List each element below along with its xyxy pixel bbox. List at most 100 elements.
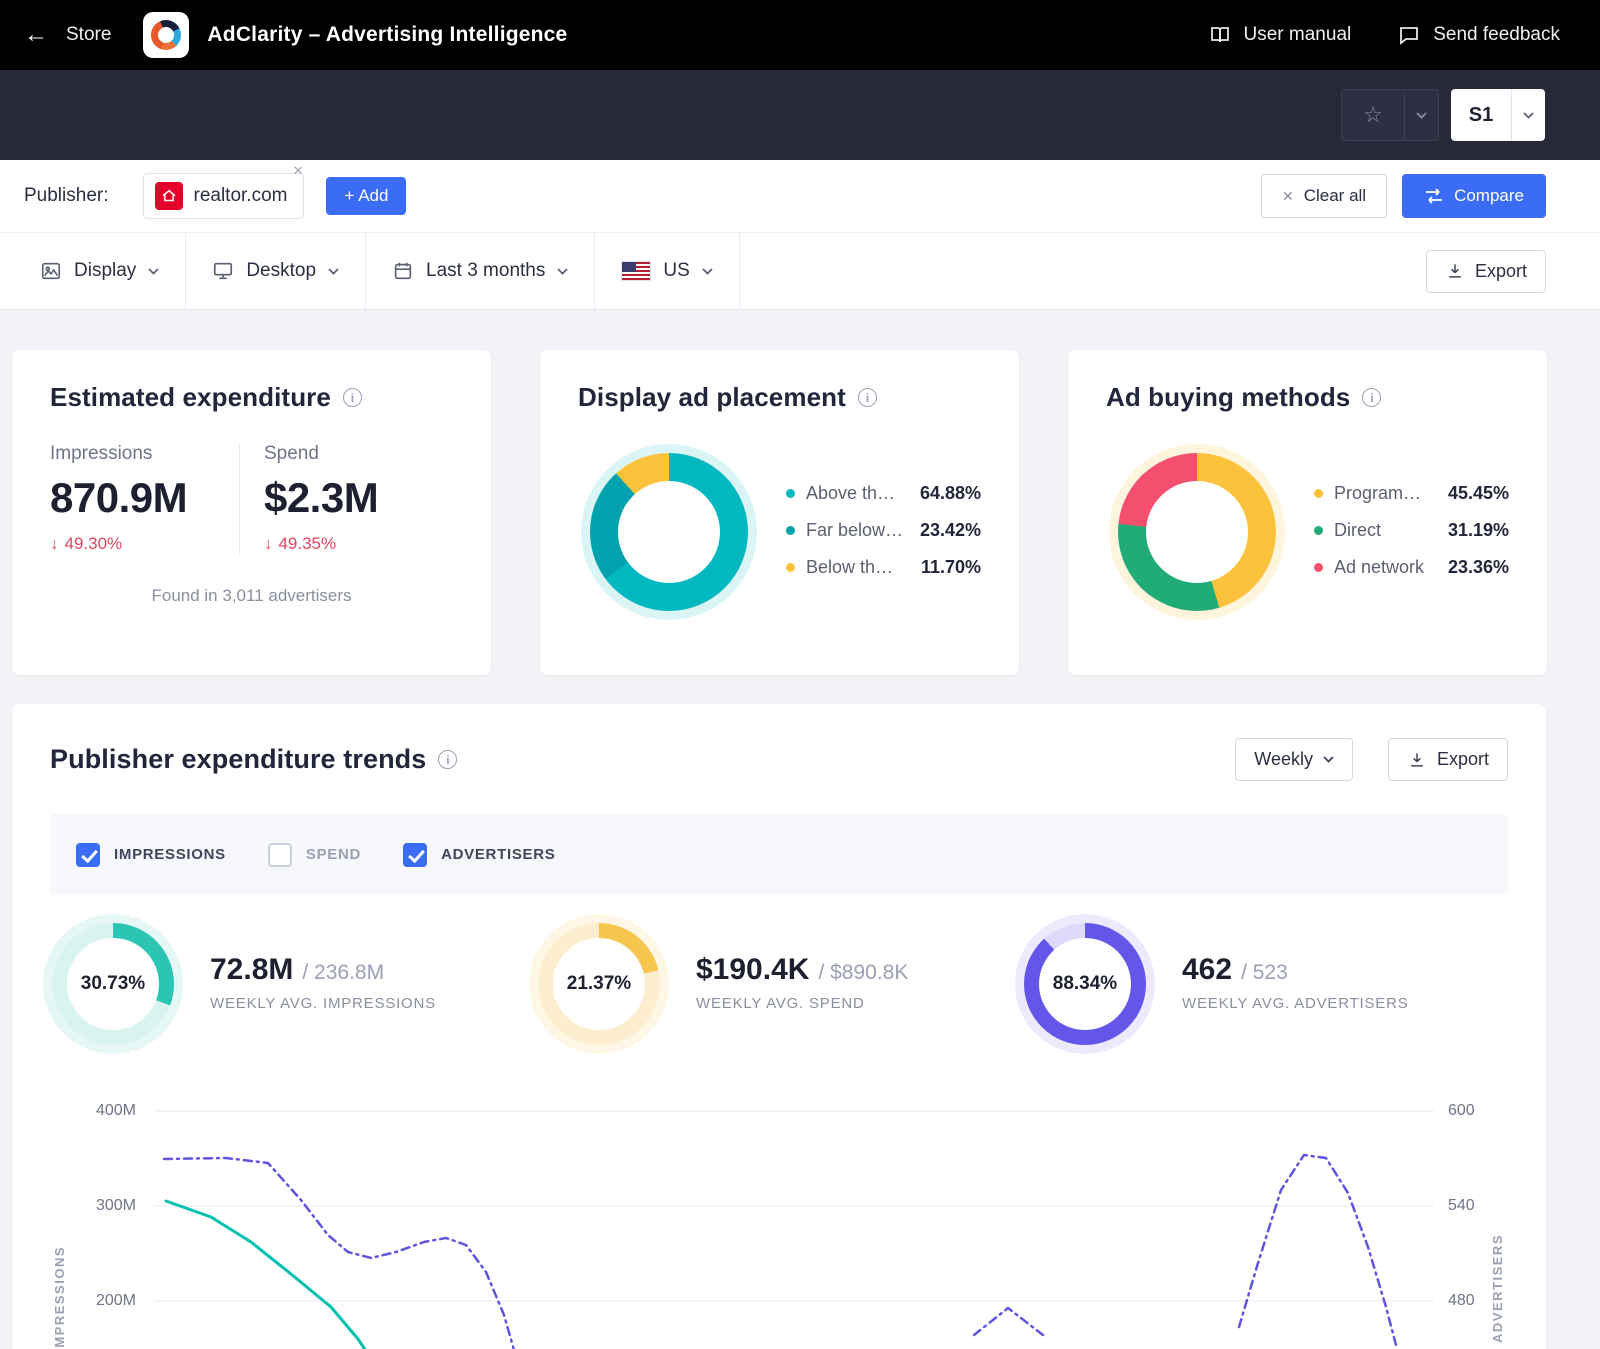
impressions-progress-donut: 30.73%	[52, 923, 174, 1045]
send-feedback-link[interactable]: Send feedback	[1397, 23, 1560, 47]
advertisers-line-segment	[1239, 1155, 1396, 1345]
impressions-change: 49.30%	[65, 534, 123, 554]
series-toggle-strip: IMPRESSIONS SPEND ADVERTISERS	[50, 814, 1508, 895]
country-filter[interactable]: US	[595, 233, 739, 309]
export-label: Export	[1475, 261, 1527, 282]
device-filter-label: Desktop	[246, 260, 316, 282]
legend-item: Below th… 11.70%	[786, 557, 981, 578]
stat-label: WEEKLY AVG. ADVERTISERS	[1182, 995, 1409, 1012]
info-icon[interactable]: i	[1362, 388, 1381, 407]
toggle-label: IMPRESSIONS	[114, 846, 226, 863]
trends-export-label: Export	[1437, 749, 1489, 770]
stat-value: 462	[1182, 953, 1232, 987]
legend-value: 23.36%	[1448, 557, 1509, 578]
legend-item: Ad network 23.36%	[1314, 557, 1509, 578]
advertisers-progress-donut: 88.34%	[1024, 923, 1146, 1045]
legend-label: Far below…	[806, 520, 909, 541]
publisher-expenditure-trends-card: Publisher expenditure trends i Weekly Ex…	[12, 704, 1546, 1349]
trends-title: Publisher expenditure trends	[50, 744, 426, 775]
desktop-icon	[212, 260, 234, 282]
stat-label: WEEKLY AVG. SPEND	[696, 995, 908, 1012]
legend-value: 31.19%	[1448, 520, 1509, 541]
top-bar: ← Store AdClarity – Advertising Intellig…	[0, 0, 1600, 70]
impressions-label: Impressions	[50, 443, 239, 465]
legend-item: Direct 31.19%	[1314, 520, 1509, 541]
profile-dropdown[interactable]: S1	[1451, 89, 1545, 141]
display-ads-icon	[40, 260, 62, 282]
card-title: Estimated expenditure	[50, 382, 331, 413]
stat-total: / 236.8M	[302, 961, 384, 985]
trends-export-button[interactable]: Export	[1388, 738, 1508, 781]
compare-button[interactable]: Compare	[1402, 174, 1546, 218]
channel-filter[interactable]: Display	[0, 233, 186, 309]
device-filter[interactable]: Desktop	[186, 233, 366, 309]
clear-all-label: Clear all	[1304, 186, 1366, 206]
left-axis-title: IMPRESSIONS	[52, 1246, 67, 1349]
us-flag-icon	[621, 261, 651, 281]
toggle-spend[interactable]: SPEND	[268, 843, 361, 867]
back-arrow-icon[interactable]: ←	[24, 21, 48, 49]
legend-label: Above th…	[806, 483, 909, 504]
calendar-icon	[392, 260, 414, 282]
advertisers-line-segment	[164, 1158, 516, 1349]
store-link[interactable]: Store	[66, 24, 111, 46]
book-icon	[1208, 23, 1232, 47]
granularity-label: Weekly	[1254, 749, 1313, 770]
toggle-advertisers[interactable]: ADVERTISERS	[403, 843, 555, 867]
send-feedback-label: Send feedback	[1433, 24, 1560, 46]
user-manual-link[interactable]: User manual	[1208, 23, 1352, 47]
compare-icon	[1424, 187, 1444, 205]
trends-line-chart: 400M 300M 200M 600 540 480 IMPRESSIONS A…	[50, 1091, 1508, 1349]
rating-dropdown[interactable]: ☆	[1341, 89, 1439, 141]
realtor-logo-icon	[155, 182, 183, 210]
stat-value: $190.4K	[696, 953, 809, 987]
stat-value: 72.8M	[210, 953, 293, 987]
chevron-down-icon	[328, 268, 339, 275]
clear-all-button[interactable]: ✕ Clear all	[1261, 174, 1387, 218]
remove-publisher-icon[interactable]: ✕	[293, 163, 304, 179]
publisher-chip-label: realtor.com	[194, 185, 288, 207]
legend-dot	[1314, 489, 1323, 498]
placement-legend: Above th… 64.88% Far below… 23.42% Below…	[786, 483, 981, 578]
display-ad-placement-card: Display ad placement i Above th… 64.88% …	[540, 350, 1019, 675]
toggle-label: SPEND	[306, 846, 361, 863]
publisher-chip[interactable]: realtor.com ✕	[143, 173, 305, 219]
ad-buying-methods-card: Ad buying methods i Program… 45.45% Dire…	[1068, 350, 1547, 675]
date-range-filter[interactable]: Last 3 months	[366, 233, 595, 309]
export-button[interactable]: Export	[1426, 250, 1546, 293]
donut-percentage: 30.73%	[81, 973, 145, 995]
close-icon: ✕	[1282, 188, 1294, 205]
impressions-checkbox[interactable]	[76, 843, 100, 867]
impressions-line	[166, 1201, 374, 1349]
channel-filter-label: Display	[74, 260, 136, 282]
legend-value: 23.42%	[920, 520, 981, 541]
download-icon	[1445, 261, 1465, 281]
add-publisher-button[interactable]: + Add	[326, 177, 406, 215]
feedback-icon	[1397, 23, 1421, 47]
stat-total: / $890.8K	[818, 961, 908, 985]
donut-percentage: 21.37%	[567, 973, 631, 995]
spend-progress-donut: 21.37%	[538, 923, 660, 1045]
toggle-impressions[interactable]: IMPRESSIONS	[76, 843, 226, 867]
chevron-down-icon	[557, 268, 568, 275]
legend-value: 64.88%	[920, 483, 981, 504]
info-icon[interactable]: i	[438, 750, 457, 769]
legend-item: Above th… 64.88%	[786, 483, 981, 504]
dashboard-content: Estimated expenditure i Impressions 870.…	[0, 310, 1600, 1349]
legend-label: Direct	[1334, 520, 1437, 541]
adclarity-logo-icon	[143, 12, 189, 58]
chevron-down-icon	[1323, 756, 1334, 763]
buying-methods-donut-chart	[1118, 453, 1276, 611]
legend-dot	[786, 563, 795, 572]
spend-checkbox[interactable]	[268, 843, 292, 867]
info-icon[interactable]: i	[343, 388, 362, 407]
report-header-bar: ☆ S1	[0, 70, 1600, 160]
profile-label: S1	[1451, 104, 1511, 127]
granularity-dropdown[interactable]: Weekly	[1235, 738, 1353, 781]
placement-donut-chart	[590, 453, 748, 611]
spend-label: Spend	[264, 443, 453, 465]
axis-tick: 540	[1448, 1197, 1475, 1215]
info-icon[interactable]: i	[858, 388, 877, 407]
advertisers-checkbox[interactable]	[403, 843, 427, 867]
advertisers-found-note: Found in 3,011 advertisers	[50, 586, 453, 606]
